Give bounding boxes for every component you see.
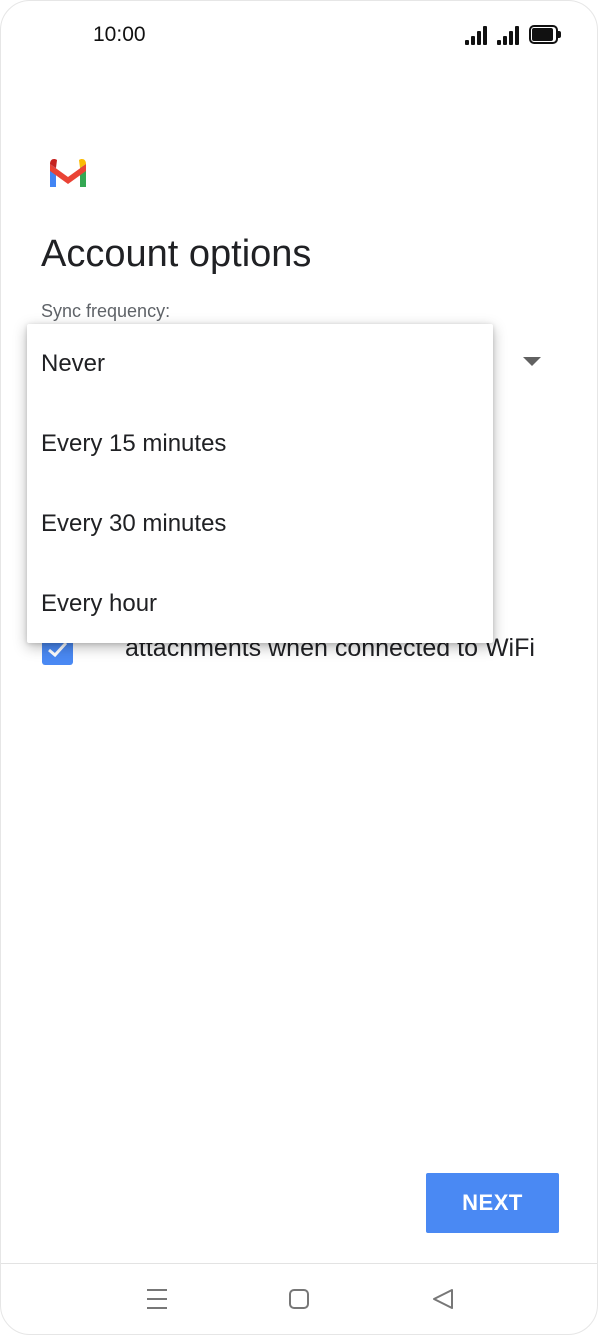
next-button[interactable]: NEXT xyxy=(426,1173,559,1233)
phone-screen: 10:00 Account options Sync frequency: at… xyxy=(0,0,598,1335)
sync-frequency-dropdown: Never Every 15 minutes Every 30 minutes … xyxy=(27,324,493,643)
option-never[interactable]: Never xyxy=(27,324,493,404)
option-every-15-minutes[interactable]: Every 15 minutes xyxy=(27,404,493,484)
nav-divider xyxy=(1,1263,597,1264)
option-every-30-minutes[interactable]: Every 30 minutes xyxy=(27,484,493,564)
gmail-logo-icon xyxy=(50,159,86,187)
dropdown-arrow-icon[interactable] xyxy=(523,357,541,366)
signal-icon xyxy=(497,25,521,45)
status-time: 10:00 xyxy=(93,23,146,46)
battery-icon xyxy=(529,25,561,44)
status-bar: 10:00 xyxy=(1,1,597,71)
sync-frequency-label: Sync frequency: xyxy=(41,301,171,321)
back-icon[interactable] xyxy=(432,1287,454,1311)
home-icon[interactable] xyxy=(288,1287,310,1311)
signal-icon xyxy=(465,25,489,45)
option-every-hour[interactable]: Every hour xyxy=(27,564,493,644)
menu-icon[interactable] xyxy=(146,1287,168,1311)
page-title: Account options xyxy=(41,233,312,275)
